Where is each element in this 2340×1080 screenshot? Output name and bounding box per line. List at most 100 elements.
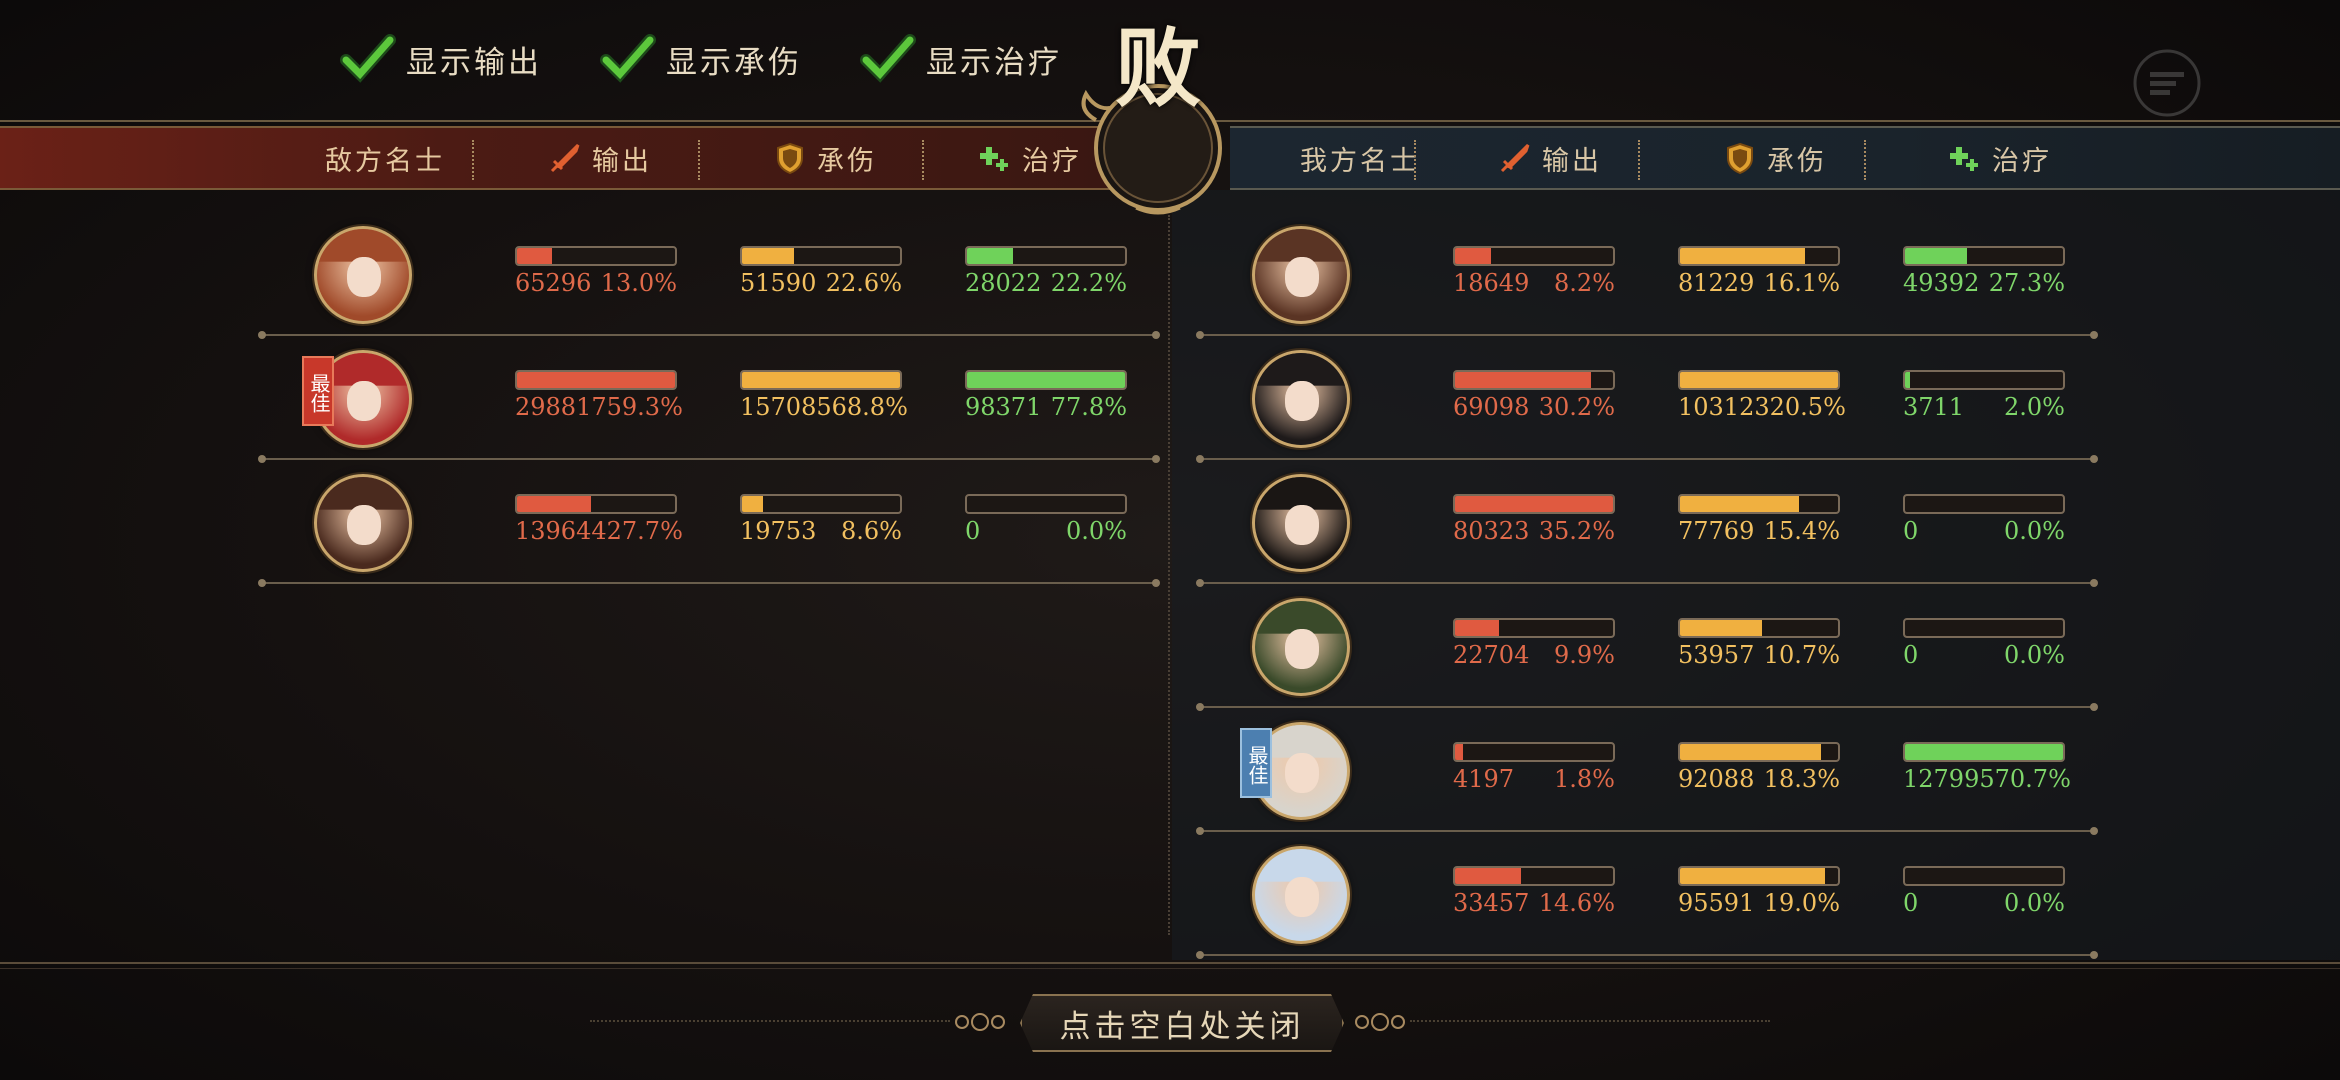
- stat-value: 49392: [1903, 269, 1980, 297]
- hero-avatar[interactable]: [1252, 350, 1350, 448]
- ally-output-header: 输出: [1450, 128, 1650, 188]
- stat-bar: [1903, 742, 2065, 762]
- stat-value: 3711: [1903, 393, 1965, 421]
- close-hint-button[interactable]: 点击空白处关闭: [1020, 994, 1344, 1052]
- enemy-stat-heal: 28022 22.2%: [965, 246, 1127, 297]
- toggle-show-damage-taken[interactable]: 显示承伤: [600, 34, 802, 84]
- enemy-stat-output: 65296 13.0%: [515, 246, 677, 297]
- hero-avatar[interactable]: [1252, 226, 1350, 324]
- stat-percent: 27.3%: [1988, 269, 2065, 297]
- display-toggles: 显示输出 显示承伤 显示治疗: [340, 34, 1062, 84]
- toggle-show-output[interactable]: 显示输出: [340, 34, 542, 84]
- enemy-stat-heal: 98371 77.8%: [965, 370, 1127, 421]
- stat-value: 0: [1903, 517, 1919, 545]
- ally-heal-header: 治疗: [1900, 128, 2100, 188]
- stat-percent: 20.5%: [1769, 393, 1846, 421]
- enemy-stat-taken: 157085 68.8%: [740, 370, 908, 421]
- toggle-show-healing[interactable]: 显示治疗: [860, 34, 1062, 84]
- best-tag: 最佳: [1240, 728, 1272, 798]
- ally-stat-taken: 53957 10.7%: [1678, 618, 1840, 669]
- stat-value: 139644: [515, 517, 607, 545]
- enemy-row: 139644 27.7% 19753 8.6% 0 0.0%: [258, 460, 1160, 587]
- checkmark-icon: [340, 34, 396, 83]
- stat-bar-fill: [742, 248, 795, 264]
- stat-bar: [515, 370, 677, 390]
- stat-bar: [1453, 618, 1615, 638]
- ally-row: 80323 35.2% 77769 15.4% 0 0.0%: [1196, 460, 2098, 587]
- stat-bar-fill: [742, 372, 900, 388]
- stat-value: 157085: [740, 393, 832, 421]
- stat-value: 51590: [740, 269, 817, 297]
- stat-bar: [1903, 370, 2065, 390]
- stat-percent: 16.1%: [1763, 269, 1840, 297]
- enemy-header: 敌方名士 输出 承伤 治疗: [0, 126, 1110, 190]
- toggle-label: 显示承伤: [666, 44, 802, 81]
- stat-percent: 35.2%: [1538, 517, 1615, 545]
- hero-avatar[interactable]: [1252, 598, 1350, 696]
- stat-percent: 70.7%: [1994, 765, 2071, 793]
- ally-row: 18649 8.2% 81229 16.1% 49392 27.3%: [1196, 212, 2098, 339]
- dotted-line: [590, 1020, 950, 1024]
- dotted-line: [1410, 1020, 1770, 1024]
- ally-stat-heal: 3711 2.0%: [1903, 370, 2065, 421]
- panel-divider: [1168, 215, 1172, 935]
- ally-stat-output: 69098 30.2%: [1453, 370, 1615, 421]
- stat-bar-fill: [517, 248, 552, 264]
- hero-avatar[interactable]: [1252, 474, 1350, 572]
- ally-stat-output: 22704 9.9%: [1453, 618, 1615, 669]
- ally-stat-taken: 77769 15.4%: [1678, 494, 1840, 545]
- stat-bar-fill: [1680, 248, 1805, 264]
- ally-stat-taken: 103123 20.5%: [1678, 370, 1846, 421]
- stat-bar: [740, 246, 902, 266]
- stat-bar: [1453, 866, 1615, 886]
- stat-percent: 14.6%: [1538, 889, 1615, 917]
- enemy-stat-taken: 51590 22.6%: [740, 246, 902, 297]
- enemy-name-header: 敌方名士: [325, 145, 445, 177]
- stat-value: 28022: [965, 269, 1042, 297]
- ally-row: 22704 9.9% 53957 10.7% 0 0.0%: [1196, 584, 2098, 711]
- header-separator: [1638, 140, 1642, 180]
- stat-bar-fill: [1680, 744, 1821, 760]
- ally-stat-heal: 127995 70.7%: [1903, 742, 2071, 793]
- stat-percent: 15.4%: [1763, 517, 1840, 545]
- stat-value: 92088: [1678, 765, 1755, 793]
- shield-icon: [1727, 142, 1753, 175]
- stat-percent: 10.7%: [1763, 641, 1840, 669]
- stat-bar: [965, 246, 1127, 266]
- stat-bar: [965, 494, 1127, 514]
- stat-bar: [1678, 370, 1840, 390]
- stat-bar-fill: [1455, 496, 1613, 512]
- hero-avatar[interactable]: [1252, 846, 1350, 944]
- stat-value: 4197: [1453, 765, 1515, 793]
- stat-bar: [1903, 618, 2065, 638]
- hero-avatar[interactable]: [314, 226, 412, 324]
- stat-bar-fill: [517, 496, 592, 512]
- enemy-row: 65296 13.0% 51590 22.6% 28022 22.2%: [258, 212, 1160, 339]
- stat-percent: 22.6%: [825, 269, 902, 297]
- stat-value: 95591: [1678, 889, 1755, 917]
- enemy-taken-header: 承伤: [725, 128, 925, 188]
- stat-value: 33457: [1453, 889, 1530, 917]
- hero-avatar[interactable]: [314, 474, 412, 572]
- stat-value: 0: [1903, 641, 1919, 669]
- stat-value: 18649: [1453, 269, 1530, 297]
- row-divider: [258, 579, 1160, 587]
- stat-percent: 0.0%: [2004, 517, 2065, 545]
- enemy-stat-taken: 19753 8.6%: [740, 494, 902, 545]
- stat-bar-fill: [742, 496, 763, 512]
- checkmark-icon: [600, 34, 656, 83]
- stat-percent: 13.0%: [600, 269, 677, 297]
- divider: [0, 968, 2340, 969]
- stat-value: 19753: [740, 517, 817, 545]
- enemy-output-header: 输出: [500, 128, 700, 188]
- stat-bar: [1903, 866, 2065, 886]
- enemy-row: 最佳 298817 59.3% 157085 68.8% 98371 77.8%: [258, 336, 1160, 463]
- stat-bar-fill: [967, 248, 1013, 264]
- stat-bar-fill: [1905, 248, 1967, 264]
- stat-bar: [515, 494, 677, 514]
- divider: [0, 962, 2340, 964]
- stat-percent: 30.2%: [1538, 393, 1615, 421]
- stat-bar-fill: [1680, 620, 1763, 636]
- menu-icon[interactable]: [2132, 48, 2202, 118]
- stat-bar: [740, 370, 902, 390]
